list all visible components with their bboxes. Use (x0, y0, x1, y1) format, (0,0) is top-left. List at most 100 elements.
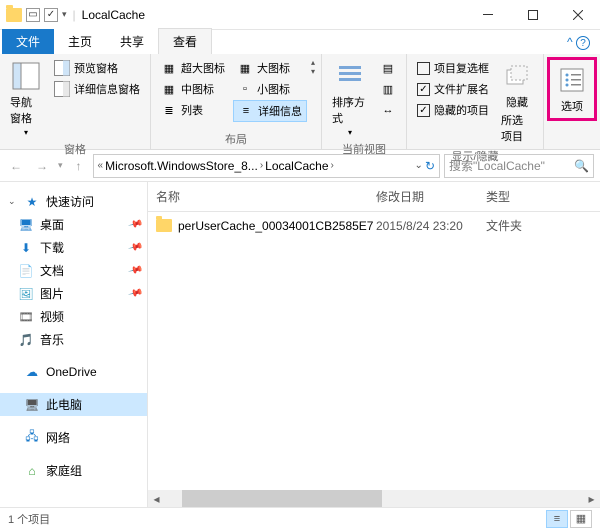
chevron-right-icon[interactable]: › (260, 160, 263, 171)
search-icon[interactable]: 🔍 (574, 159, 589, 173)
preview-pane-icon (54, 60, 70, 76)
address-bar[interactable]: « Microsoft.WindowsStore_8...› LocalCach… (93, 154, 440, 178)
group-layout-label: 布局 (157, 129, 315, 147)
search-placeholder: 搜索"LocalCache" (449, 157, 570, 174)
maximize-button[interactable] (510, 0, 555, 30)
nav-music[interactable]: 🎵音乐 (0, 328, 147, 351)
nav-pictures[interactable]: 🖼图片📌 (0, 282, 147, 305)
minimize-button[interactable] (465, 0, 510, 30)
layout-more-icon[interactable]: ▴▾ (311, 58, 315, 76)
refresh-icon[interactable]: ↻ (425, 159, 435, 173)
column-headers[interactable]: 名称 修改日期 类型 (148, 182, 600, 212)
column-date[interactable]: 修改日期 (368, 182, 478, 211)
view-details-button[interactable]: ≡ (546, 510, 568, 528)
options-highlight: 选项 (547, 57, 597, 121)
xl-icon: ▦ (161, 60, 177, 76)
hidden-items-toggle[interactable]: ✓隐藏的项目 (413, 100, 493, 120)
close-button[interactable] (555, 0, 600, 30)
checkbox-checked-icon: ✓ (417, 83, 430, 96)
history-dropdown-icon[interactable]: ▾ (58, 160, 63, 171)
scroll-right-icon[interactable]: ▸ (583, 492, 600, 506)
add-columns-button[interactable]: ▥ (376, 79, 400, 99)
details-pane-icon (54, 81, 70, 97)
pc-icon: 🖥 (24, 397, 40, 413)
options-label: 选项 (561, 98, 583, 114)
ribbon-help-icon[interactable]: ^ ? (557, 31, 600, 55)
nav-onedrive[interactable]: ☁OneDrive (0, 361, 147, 383)
qat-dropdown-icon[interactable]: ▾ (62, 9, 67, 20)
videos-icon: 🎞 (18, 309, 34, 325)
nav-quick-access[interactable]: ⌄★快速访问 (0, 190, 147, 213)
network-icon: 🖧 (24, 430, 40, 446)
sort-icon (334, 60, 366, 92)
file-extensions-toggle[interactable]: ✓文件扩展名 (413, 79, 493, 99)
column-name[interactable]: 名称 (148, 182, 368, 211)
sm-icon: ▫ (237, 81, 253, 97)
nav-this-pc[interactable]: 🖥此电脑 (0, 393, 147, 416)
nav-documents[interactable]: 📄文档📌 (0, 259, 147, 282)
options-button[interactable]: 选项 (552, 62, 592, 116)
up-button[interactable]: ↑ (69, 156, 89, 176)
pictures-icon: 🖼 (18, 286, 34, 302)
tab-file[interactable]: 文件 (2, 29, 54, 54)
nav-homegroup[interactable]: ⌂家庭组 (0, 459, 147, 482)
nav-desktop[interactable]: 🖥桌面📌 (0, 213, 147, 236)
layout-xl-button[interactable]: ▦超大图标 (157, 58, 229, 78)
group-by-button[interactable]: ▤ (376, 58, 400, 78)
chevron-right-icon[interactable]: › (331, 160, 334, 171)
chevron-left-icon[interactable]: « (98, 160, 104, 171)
back-button[interactable]: ← (6, 156, 26, 176)
layout-details-button[interactable]: ≡详细信息 (233, 100, 307, 122)
file-list: perUserCache_00034001CB2585E7 2015/8/24 … (148, 212, 600, 490)
size-columns-button[interactable]: ↔ (376, 100, 400, 120)
search-input[interactable]: 搜索"LocalCache" 🔍 (444, 154, 594, 178)
navigation-pane: ⌄★快速访问 🖥桌面📌 ⬇下载📌 📄文档📌 🖼图片📌 🎞视频 🎵音乐 ☁OneD… (0, 182, 148, 507)
onedrive-icon: ☁ (24, 364, 40, 380)
sort-by-label: 排序方式 (332, 94, 368, 126)
details-pane-button[interactable]: 详细信息窗格 (50, 79, 144, 99)
layout-list-button[interactable]: ≣列表 (157, 100, 229, 120)
layout-sm-button[interactable]: ▫小图标 (233, 79, 307, 99)
options-icon (556, 64, 588, 96)
list-item[interactable]: perUserCache_00034001CB2585E7 2015/8/24 … (148, 212, 600, 239)
checkbox-icon (417, 62, 430, 75)
item-checkboxes-toggle[interactable]: 项目复选框 (413, 58, 493, 78)
size-icon: ↔ (380, 102, 396, 118)
scroll-left-icon[interactable]: ◂ (148, 492, 165, 506)
layout-lg-button[interactable]: ▦大图标 (233, 58, 307, 78)
nav-videos[interactable]: 🎞视频 (0, 305, 147, 328)
scrollbar-thumb[interactable] (182, 490, 382, 507)
preview-pane-label: 预览窗格 (74, 60, 118, 76)
preview-pane-button[interactable]: 预览窗格 (50, 58, 144, 78)
horizontal-scrollbar[interactable]: ◂ ▸ (148, 490, 600, 507)
navigation-pane-button[interactable]: 导航窗格 ▾ (6, 58, 46, 139)
nav-downloads[interactable]: ⬇下载📌 (0, 236, 147, 259)
ribbon: 导航窗格 ▾ 预览窗格 详细信息窗格 窗格 ▦超大图标 ▦中图标 ≣列表 (0, 54, 600, 150)
title-separator: | (73, 8, 76, 22)
layout-md-button[interactable]: ▦中图标 (157, 79, 229, 99)
folder-icon (156, 219, 172, 232)
lg-icon: ▦ (237, 60, 253, 76)
tab-view[interactable]: 查看 (158, 28, 212, 54)
forward-button[interactable]: → (32, 156, 52, 176)
checkbox-checked-icon: ✓ (417, 104, 430, 117)
view-icons-button[interactable]: ▦ (570, 510, 592, 528)
details-icon: ≡ (238, 103, 254, 119)
qat-properties-icon[interactable]: ▭ (26, 8, 40, 22)
address-dropdown-icon[interactable]: ⌄ (415, 160, 423, 171)
tab-share[interactable]: 共享 (106, 29, 158, 54)
column-type[interactable]: 类型 (478, 182, 600, 211)
downloads-icon: ⬇ (18, 240, 34, 256)
chevron-down-icon[interactable]: ⌄ (8, 196, 18, 207)
md-icon: ▦ (161, 81, 177, 97)
qat-new-folder-icon[interactable]: ✓ (44, 8, 58, 22)
list-icon: ≣ (161, 102, 177, 118)
status-count: 1 个项目 (8, 511, 50, 527)
nav-network[interactable]: 🖧网络 (0, 426, 147, 449)
tab-home[interactable]: 主页 (54, 29, 106, 54)
dropdown-icon: ▾ (24, 128, 28, 137)
sort-by-button[interactable]: 排序方式 ▾ (328, 58, 372, 139)
group-by-icon: ▤ (380, 60, 396, 76)
hide-selected-button[interactable]: 隐藏 所选项目 (497, 58, 537, 146)
details-pane-label: 详细信息窗格 (74, 81, 140, 97)
